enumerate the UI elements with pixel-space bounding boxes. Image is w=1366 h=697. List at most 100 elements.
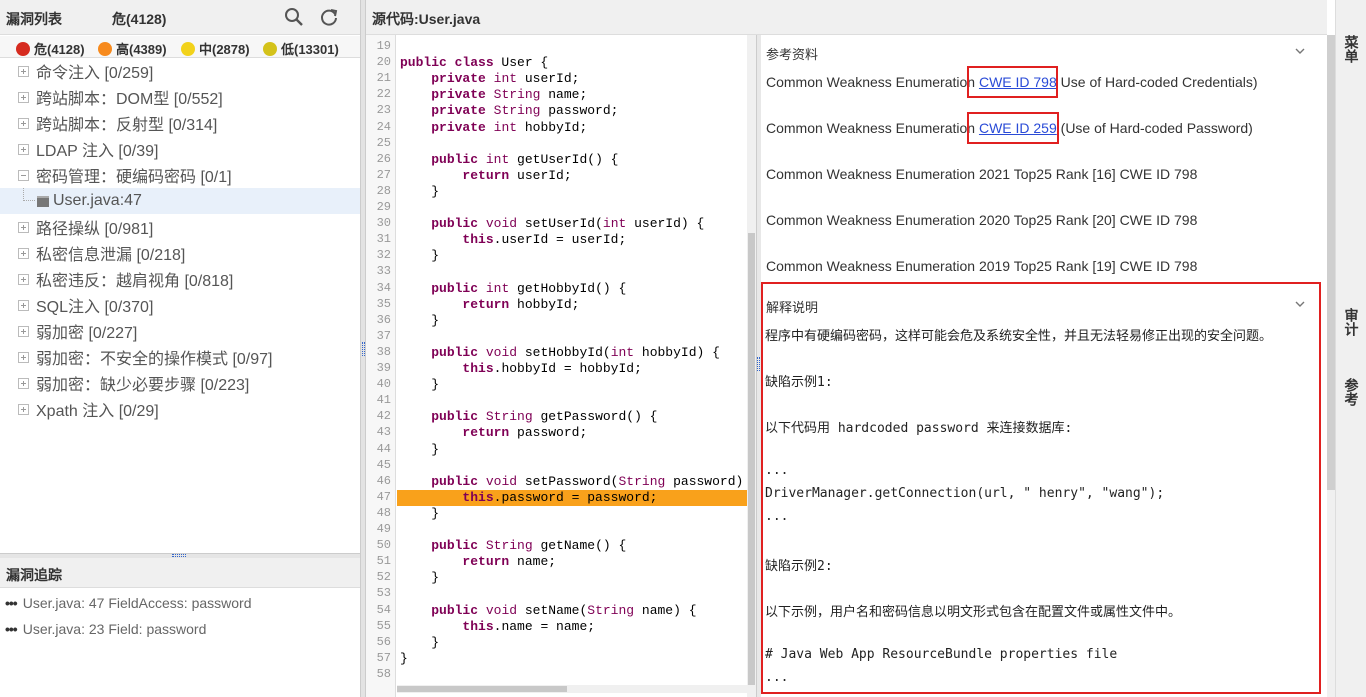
trace-item[interactable]: ••• User.java: 47 FieldAccess: password [0,592,360,614]
line-number: 36 [376,312,391,327]
ellipsis-icon: ••• [5,595,18,611]
tree-node[interactable]: LDAP 注入 [0/39] [0,136,360,162]
expand-icon[interactable] [18,65,29,77]
tree-node[interactable]: Xpath 注入 [0/29] [0,396,360,422]
tree-node[interactable]: 路径操纵 [0/981] [0,214,360,240]
trace-item[interactable]: ••• User.java: 23 Field: password [0,618,360,640]
severity-medium-filter[interactable]: 中(2878) [181,39,250,58]
line-number: 42 [376,409,391,424]
explanation-line: # Java Web App ResourceBundle properties… [765,647,1118,662]
expand-icon[interactable] [18,117,29,129]
detail-scrollbar[interactable] [1327,35,1335,697]
expand-icon[interactable] [18,403,29,415]
tree-node[interactable]: 私密信息泄漏 [0/218] [0,240,360,266]
code-line: public class User { [400,55,549,71]
tree-node[interactable]: 跨站脚本：反射型 [0/314] [0,110,360,136]
tree-node-label: 弱加密：缺少必要步骤 [0/223] [36,377,250,394]
expand-icon[interactable] [18,299,29,311]
code-horizontal-scrollbar[interactable] [397,685,747,693]
expand-icon[interactable] [18,143,29,155]
tree-node[interactable]: 弱加密 [0/227] [0,318,360,344]
splitter-grip-icon[interactable] [172,554,186,557]
explanation-line: 缺陷示例2: [765,559,833,574]
splitter-grip-icon[interactable] [757,357,760,371]
tab-label: 菜单 [1343,35,1360,63]
code-line: } [400,312,440,328]
tree-leaf-selected[interactable]: User.java:47 [0,188,360,214]
splitter-grip-icon[interactable] [362,342,365,356]
code-line: private int hobbyId; [431,119,588,135]
tree-node-label: 私密信息泄漏 [0/218] [36,247,186,264]
line-number: 27 [376,167,391,182]
line-number: 29 [376,200,391,214]
tab-menu[interactable]: 菜单 [1336,35,1366,63]
source-code-view[interactable]: 19 20 21 22 23 24 25 26 27 28 29 30 31 32 33 34 35 36 37 38… [366,35,756,697]
tree-node[interactable]: 跨站脚本：DOM型 [0/552] [0,84,360,110]
scrollbar-thumb[interactable] [397,686,567,692]
line-number: 35 [376,296,391,311]
line-number: 47 [376,489,391,504]
code-line: } [400,634,440,650]
scrollbar-thumb[interactable] [748,233,755,685]
code-line: private String password; [431,103,619,119]
tree-node[interactable]: 弱加密：缺少必要步骤 [0/223] [0,370,360,396]
code-line: private int userId; [431,71,580,87]
line-number: 22 [376,87,391,102]
expand-icon[interactable] [18,377,29,389]
line-number-gutter: 19 20 21 22 23 24 25 26 27 28 29 30 31 32 33 34 35 36 37 38… [366,35,396,697]
code-line: this.name = name; [462,618,596,634]
tree-node[interactable]: 弱加密：不安全的操作模式 [0/97] [0,344,360,370]
critical-dot-icon [16,41,30,56]
line-number: 45 [376,457,391,472]
line-number: 20 [376,55,391,70]
expand-icon[interactable] [18,351,29,363]
chevron-down-icon[interactable] [1294,298,1306,310]
severity-critical-filter[interactable]: 危(4128) [16,39,85,58]
line-number: 33 [376,264,391,279]
explanation-line: 以下代码用 hardcoded password 来连接数据库: [765,421,1073,436]
code-line: return userId; [462,167,572,183]
code-line: public void setHobbyId(int hobbyId) { [431,344,720,360]
right-sidebar: 菜单 审计 参考 [1335,0,1366,697]
tree-node-label: 弱加密 [0/227] [36,325,138,342]
code-line: } [400,183,440,199]
tab-reference[interactable]: 参考 [1336,378,1366,406]
line-number: 23 [376,103,391,118]
line-number: 51 [376,554,391,569]
tree-node[interactable]: SQL注入 [0/370] [0,292,360,318]
line-number: 39 [376,361,391,375]
search-icon[interactable] [283,6,305,28]
tree-node[interactable]: 私密违反：越肩视角 [0/818] [0,266,360,292]
source-title: 源代码:User.java [372,11,481,27]
expand-icon[interactable] [18,221,29,233]
detail-panel: 参考资料 Common Weakness Enumeration CWE ID … [761,35,1327,697]
severity-low-filter[interactable]: 低(13301) [263,39,339,58]
tree-node[interactable]: 命令注入 [0/259] [0,58,360,84]
line-number: 25 [376,135,391,150]
expand-icon[interactable] [18,91,29,103]
chevron-down-icon[interactable] [1294,45,1306,57]
tree-node-expanded[interactable]: 密码管理：硬编码密码 [0/1] [0,162,360,188]
expand-icon[interactable] [18,247,29,259]
tree-node-label: 跨站脚本：反射型 [0/314] [36,117,218,134]
reference-item: Common Weakness Enumeration 2019 Top25 R… [766,258,1198,274]
code-line: public String getPassword() { [431,409,658,425]
expand-icon[interactable] [18,273,29,285]
tab-audit[interactable]: 审计 [1336,308,1366,336]
line-number: 30 [376,216,391,231]
line-number: 37 [376,328,391,343]
tree-node-label: 路径操纵 [0/981] [36,221,154,238]
expand-icon[interactable] [18,325,29,337]
code-line: return name; [462,554,557,570]
code-line: } [400,377,440,393]
collapse-icon[interactable] [18,169,29,181]
scrollbar-thumb[interactable] [1327,35,1335,490]
vulnerability-list-panel: 漏洞列表 危(4128) 危(4128) 高(4389) 中(2878) 低(1… [0,0,360,697]
ellipsis-icon: ••• [5,621,18,637]
refresh-icon[interactable] [318,6,340,28]
tree-node-label: LDAP 注入 [0/39] [36,143,159,160]
code-line: public String getName() { [431,538,627,554]
severity-high-filter[interactable]: 高(4389) [98,39,167,58]
annotation-box [967,66,1058,98]
code-vertical-scrollbar[interactable] [747,35,756,697]
